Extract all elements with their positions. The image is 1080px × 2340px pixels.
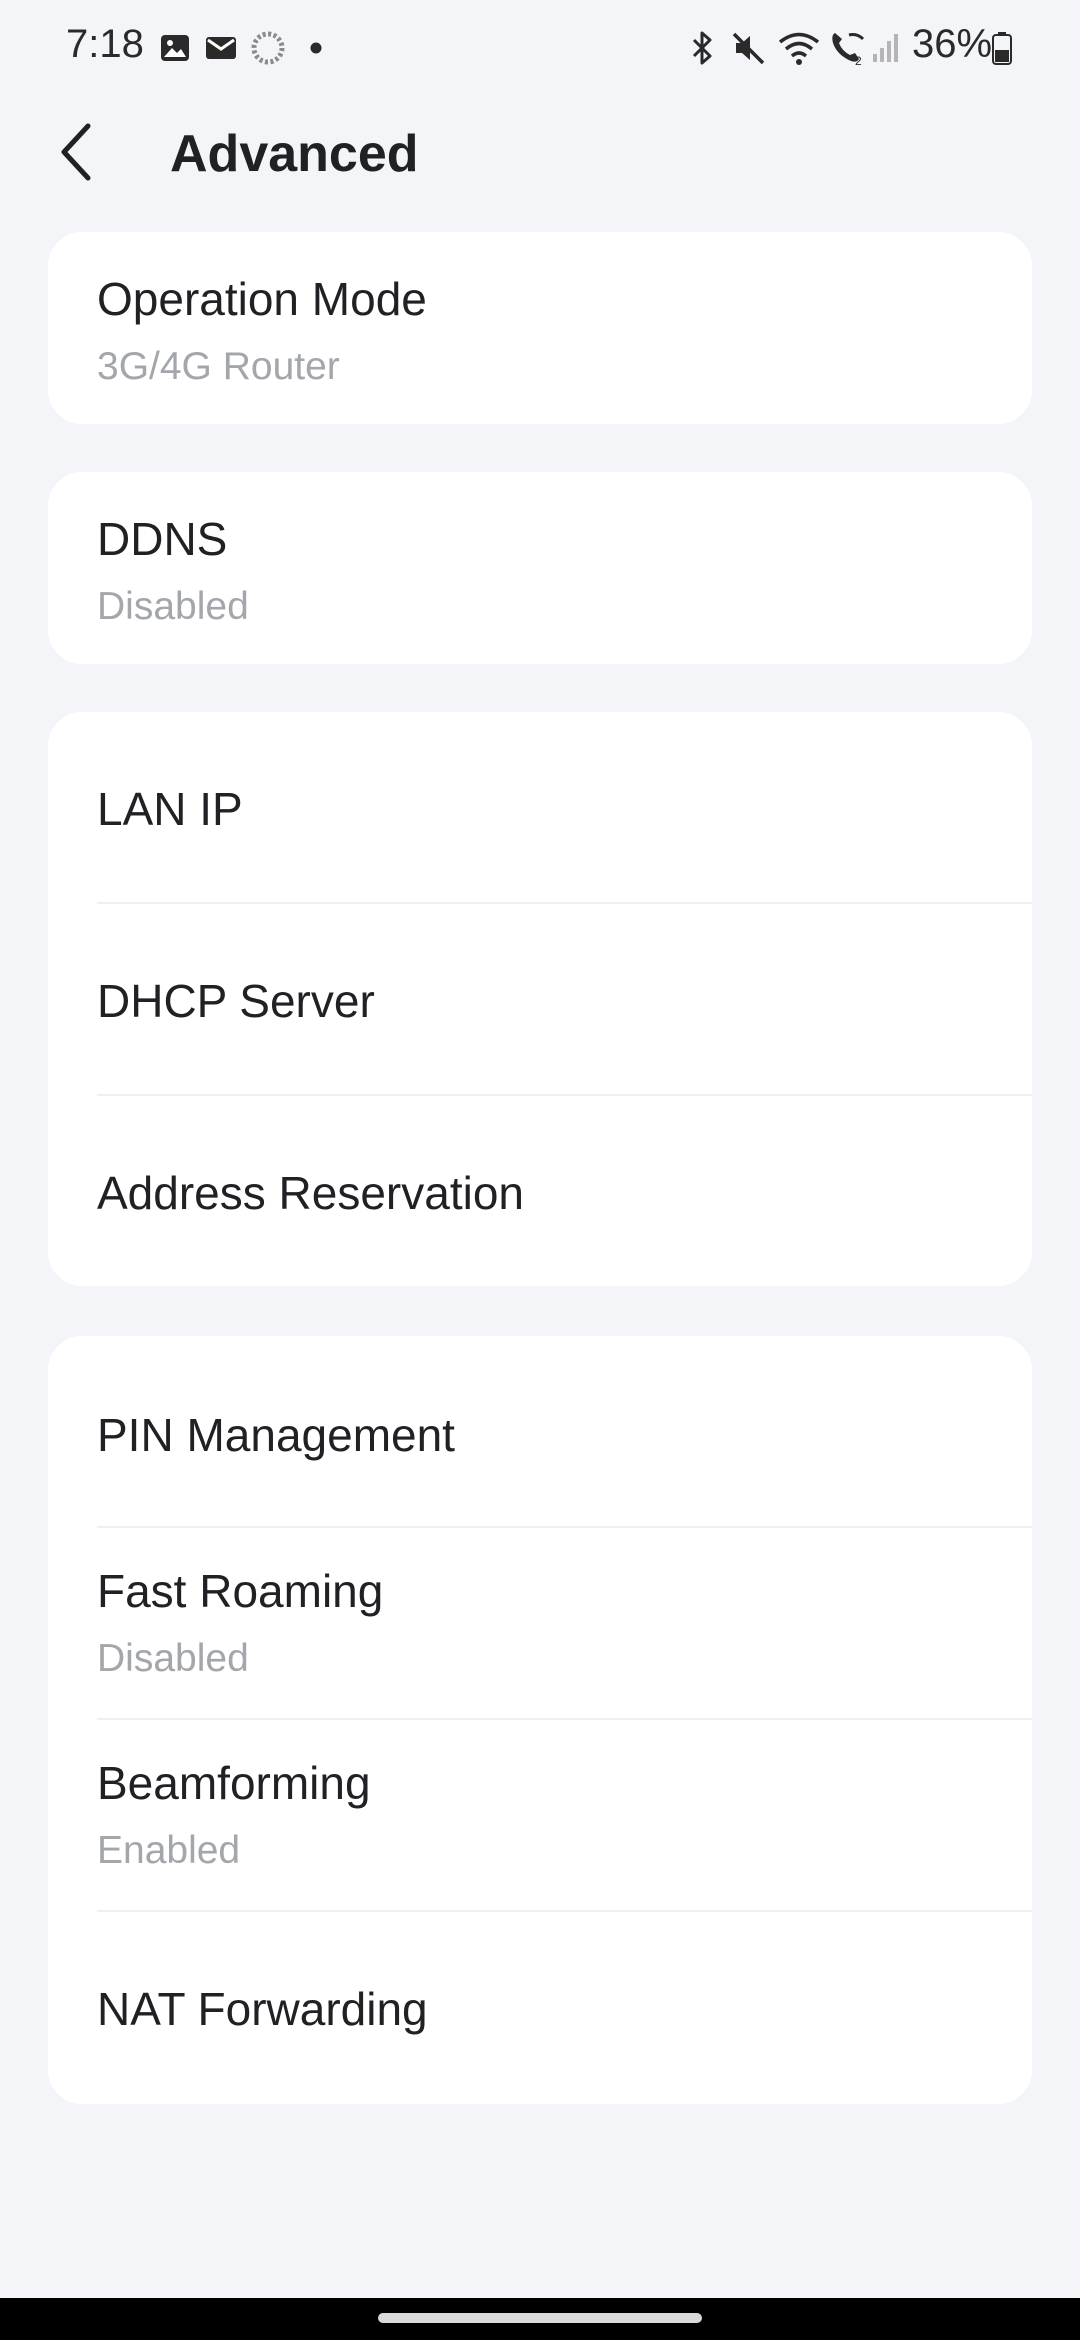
fast-roaming-item[interactable]: Fast Roaming Disabled [48, 1528, 1032, 1718]
beamforming-value: Enabled [97, 1829, 241, 1872]
ddns-label: DDNS [97, 513, 228, 565]
dot-icon [306, 28, 326, 68]
battery-percent: 36% [912, 22, 993, 66]
advanced-misc-card: PIN Management Fast Roaming Disabled Bea… [48, 1336, 1032, 2104]
wifi-calling-icon: 2 [826, 28, 868, 68]
page-title: Advanced [170, 125, 419, 183]
dhcp-server-label: DHCP Server [97, 975, 375, 1027]
nat-forwarding-label: NAT Forwarding [97, 1983, 428, 2035]
beamforming-label: Beamforming [97, 1757, 371, 1809]
chevron-left-icon [56, 122, 96, 187]
mail-icon [204, 28, 238, 68]
gallery-icon [158, 28, 192, 68]
operation-mode-value: 3G/4G Router [97, 345, 340, 388]
ddns-item[interactable]: DDNS Disabled [48, 472, 1032, 664]
mute-icon [728, 28, 770, 68]
dhcp-server-item[interactable]: DHCP Server [48, 904, 1032, 1094]
fast-roaming-label: Fast Roaming [97, 1565, 384, 1617]
wifi-icon [776, 28, 822, 68]
home-handle[interactable] [378, 2313, 702, 2323]
nat-forwarding-item[interactable]: NAT Forwarding [48, 1912, 1032, 2104]
lan-ip-item[interactable]: LAN IP [48, 712, 1032, 902]
status-time: 7:18 [66, 22, 144, 66]
sync-icon [248, 28, 288, 68]
address-reservation-label: Address Reservation [97, 1167, 524, 1219]
signal-icon [870, 28, 900, 68]
ddns-value: Disabled [97, 585, 249, 628]
operation-mode-label: Operation Mode [97, 273, 427, 325]
bluetooth-icon [684, 28, 720, 68]
pin-management-item[interactable]: PIN Management [48, 1336, 1032, 1526]
svg-text:2: 2 [855, 54, 862, 67]
ddns-card: DDNS Disabled [48, 472, 1032, 664]
lan-card: LAN IP DHCP Server Address Reservation [48, 712, 1032, 1286]
operation-mode-card: Operation Mode 3G/4G Router [48, 232, 1032, 424]
lan-ip-label: LAN IP [97, 783, 243, 835]
fast-roaming-value: Disabled [97, 1637, 249, 1680]
back-button[interactable] [44, 112, 108, 196]
beamforming-item[interactable]: Beamforming Enabled [48, 1720, 1032, 1910]
status-bar: 7:18 2 36% [0, 0, 1080, 96]
navigation-bar [0, 2298, 1080, 2340]
battery-icon [990, 28, 1014, 68]
address-reservation-item[interactable]: Address Reservation [48, 1096, 1032, 1286]
pin-management-label: PIN Management [97, 1409, 455, 1461]
operation-mode-item[interactable]: Operation Mode 3G/4G Router [48, 232, 1032, 424]
